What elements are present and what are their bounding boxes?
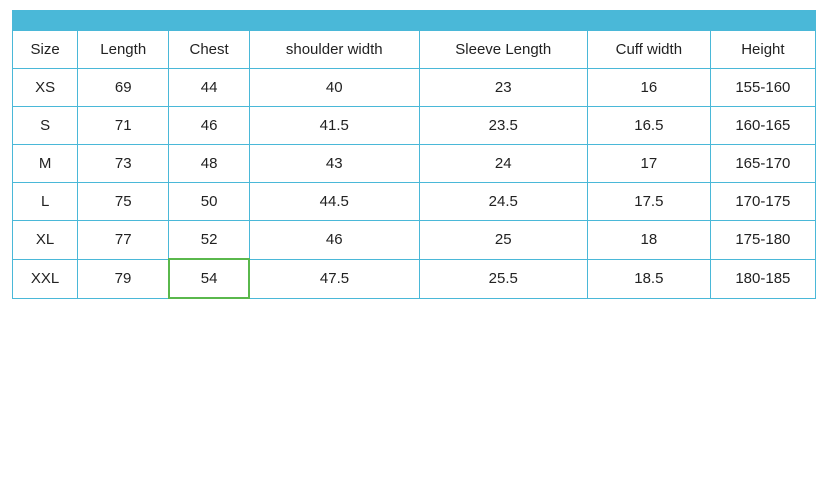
table-row: XL7752462518175-180	[13, 221, 816, 260]
cell-chest: 54	[169, 259, 250, 298]
cell-shoulder_width: 40	[249, 69, 419, 107]
col-header-length: Length	[78, 31, 169, 69]
cell-size: XXL	[13, 259, 78, 298]
cell-size: XS	[13, 69, 78, 107]
cell-sleeve_length: 23	[419, 69, 587, 107]
cell-chest: 44	[169, 69, 250, 107]
cell-shoulder_width: 41.5	[249, 107, 419, 145]
cell-shoulder_width: 47.5	[249, 259, 419, 298]
table-row: S714641.523.516.5160-165	[13, 107, 816, 145]
cell-sleeve_length: 24.5	[419, 183, 587, 221]
cell-height: 180-185	[710, 259, 815, 298]
cell-shoulder_width: 44.5	[249, 183, 419, 221]
cell-height: 170-175	[710, 183, 815, 221]
cell-size: XL	[13, 221, 78, 260]
cell-chest: 48	[169, 145, 250, 183]
cell-cuff_width: 18	[587, 221, 710, 260]
cell-chest: 46	[169, 107, 250, 145]
table-body: XS6944402316155-160S714641.523.516.5160-…	[13, 69, 816, 299]
cell-height: 165-170	[710, 145, 815, 183]
cell-length: 75	[78, 183, 169, 221]
cell-height: 160-165	[710, 107, 815, 145]
cell-sleeve_length: 23.5	[419, 107, 587, 145]
cell-sleeve_length: 25.5	[419, 259, 587, 298]
col-header-shoulder-width: shoulder width	[249, 31, 419, 69]
col-header-height: Height	[710, 31, 815, 69]
page-wrapper: SizeLengthChestshoulder widthSleeve Leng…	[0, 0, 828, 503]
cell-cuff_width: 17	[587, 145, 710, 183]
cell-length: 69	[78, 69, 169, 107]
table-row: M7348432417165-170	[13, 145, 816, 183]
cell-chest: 52	[169, 221, 250, 260]
table-title	[12, 10, 816, 30]
col-header-cuff-width: Cuff width	[587, 31, 710, 69]
col-header-size: Size	[13, 31, 78, 69]
cell-size: S	[13, 107, 78, 145]
cell-shoulder_width: 46	[249, 221, 419, 260]
cell-height: 155-160	[710, 69, 815, 107]
cell-sleeve_length: 24	[419, 145, 587, 183]
table-header-row: SizeLengthChestshoulder widthSleeve Leng…	[13, 31, 816, 69]
cell-cuff_width: 16	[587, 69, 710, 107]
cell-height: 175-180	[710, 221, 815, 260]
cell-length: 73	[78, 145, 169, 183]
col-header-sleeve-length: Sleeve Length	[419, 31, 587, 69]
cell-size: L	[13, 183, 78, 221]
cell-length: 77	[78, 221, 169, 260]
cell-cuff_width: 16.5	[587, 107, 710, 145]
cell-chest: 50	[169, 183, 250, 221]
col-header-chest: Chest	[169, 31, 250, 69]
cell-length: 79	[78, 259, 169, 298]
cell-length: 71	[78, 107, 169, 145]
cell-sleeve_length: 25	[419, 221, 587, 260]
cell-cuff_width: 17.5	[587, 183, 710, 221]
size-table: SizeLengthChestshoulder widthSleeve Leng…	[12, 30, 816, 299]
cell-shoulder_width: 43	[249, 145, 419, 183]
cell-size: M	[13, 145, 78, 183]
table-row: L755044.524.517.5170-175	[13, 183, 816, 221]
table-row: XS6944402316155-160	[13, 69, 816, 107]
cell-cuff_width: 18.5	[587, 259, 710, 298]
table-row: XXL795447.525.518.5180-185	[13, 259, 816, 298]
